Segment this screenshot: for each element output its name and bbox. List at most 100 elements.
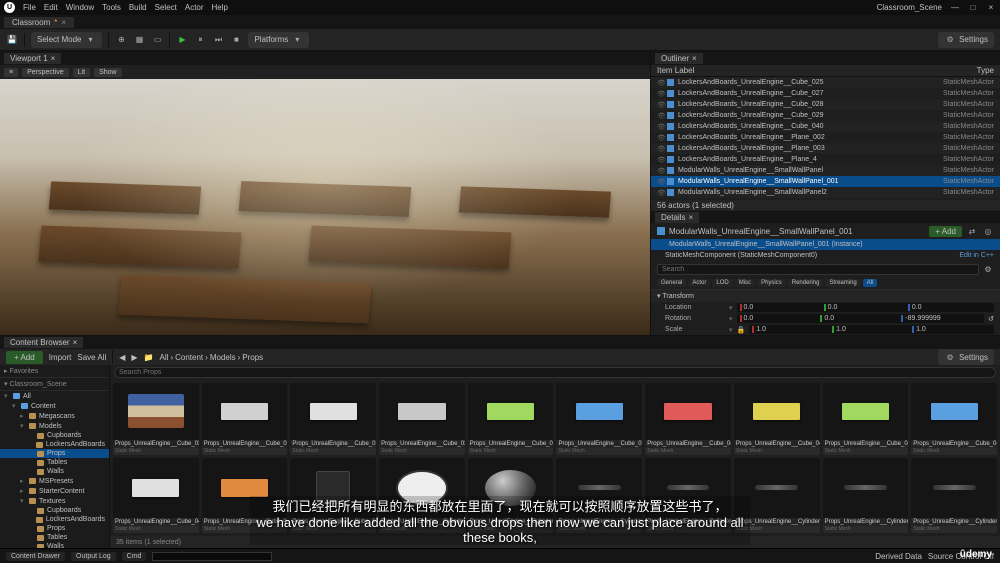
- output-log-button[interactable]: Output Log: [71, 552, 116, 561]
- rot-x[interactable]: 0.0: [740, 315, 820, 322]
- content-browser-tab[interactable]: Content Browser×: [4, 337, 83, 348]
- asset-tile[interactable]: Props_UnrealEngine__Cylinder_004Static M…: [645, 458, 731, 534]
- select-mode-button[interactable]: Select Mode▾: [31, 32, 102, 48]
- play-icon[interactable]: ▶: [176, 34, 188, 46]
- outliner-col-type[interactable]: Type: [977, 66, 994, 75]
- asset-tile[interactable]: Props_UnrealEngine__Cube_033Static Mesh: [113, 383, 199, 455]
- instance-row[interactable]: ModularWalls_UnrealEngine__SmallWallPane…: [669, 241, 863, 248]
- marketplace-icon[interactable]: ▦: [133, 34, 145, 46]
- window-maximize[interactable]: □: [968, 3, 978, 12]
- outliner-row[interactable]: 👁ModularWalls_UnrealEngine__SmallWallPan…: [651, 187, 1000, 198]
- outliner-row[interactable]: 👁LockersAndBoards_UnrealEngine__Cube_028…: [651, 99, 1000, 110]
- asset-tile[interactable]: Props_UnrealEngine__Cube_043Static Mesh: [823, 383, 909, 455]
- outliner-row[interactable]: 👁LockersAndBoards_UnrealEngine__Plane_00…: [651, 132, 1000, 143]
- filter-icon[interactable]: ⚙: [982, 263, 994, 275]
- menu-edit[interactable]: Edit: [44, 3, 58, 12]
- component-row[interactable]: StaticMeshComponent (StaticMeshComponent…: [665, 252, 817, 259]
- cat-streaming[interactable]: Streaming: [825, 279, 860, 287]
- cb-settings-button[interactable]: ⚙Settings: [938, 349, 994, 365]
- tree-props[interactable]: Props: [0, 449, 109, 458]
- outliner-tab[interactable]: Outliner×: [655, 53, 703, 64]
- asset-tile[interactable]: Props_UnrealEngine__Cube_037Static Mesh: [556, 383, 642, 455]
- cat-misc[interactable]: Misc: [735, 279, 755, 287]
- tree-tex-tables[interactable]: Tables: [0, 533, 109, 542]
- tree-content[interactable]: ▾Content: [0, 401, 109, 411]
- add-asset-button[interactable]: + Add: [6, 351, 43, 364]
- history-back-icon[interactable]: ◀: [119, 353, 125, 362]
- close-tab-icon[interactable]: ×: [61, 18, 66, 27]
- asset-tile[interactable]: Props_UnrealEngine__Cube_046Static Mesh: [202, 458, 288, 534]
- asset-tile[interactable]: Props_UnrealEngine__Cube_033Static Mesh: [202, 383, 288, 455]
- perspective-button[interactable]: Perspective: [22, 68, 69, 77]
- tree-models[interactable]: ▾Models: [0, 421, 109, 431]
- asset-tile[interactable]: Props_UnrealEngine__Cube_045Static Mesh: [113, 458, 199, 534]
- asset-tile[interactable]: Props_UnrealEngine__Cylinder_007Static M…: [911, 458, 997, 534]
- favorites-header[interactable]: ▸ Favorites: [0, 365, 109, 378]
- lit-button[interactable]: Lit: [73, 68, 90, 77]
- close-icon[interactable]: ×: [73, 338, 78, 347]
- menu-help[interactable]: Help: [212, 3, 228, 12]
- scl-y[interactable]: 1.0: [832, 326, 911, 333]
- asset-tile[interactable]: Props_UnrealEngine__Cylinder_002Static M…: [468, 458, 554, 534]
- project-header[interactable]: ▾ Classroom_Scene: [0, 378, 109, 391]
- skip-icon[interactable]: ⏭: [212, 34, 224, 46]
- rot-y[interactable]: 0.0: [820, 315, 900, 322]
- save-all-button[interactable]: Save All: [77, 353, 106, 362]
- asset-tile[interactable]: Props_UnrealEngine__Cube_044Static Mesh: [911, 383, 997, 455]
- window-close[interactable]: ×: [986, 3, 996, 12]
- menu-build[interactable]: Build: [129, 3, 147, 12]
- save-icon[interactable]: 💾: [6, 34, 18, 46]
- settings-button[interactable]: ⚙Settings: [938, 32, 994, 48]
- cat-all[interactable]: All: [863, 279, 878, 287]
- cat-general[interactable]: General: [657, 279, 686, 287]
- details-tab[interactable]: Details×: [655, 212, 699, 223]
- asset-tile[interactable]: Props_UnrealEngine__Cube_047Static Mesh: [290, 458, 376, 534]
- browse-icon[interactable]: ⇄: [966, 225, 978, 237]
- asset-tile[interactable]: Props_UnrealEngine__Cylinder_006Static M…: [823, 458, 909, 534]
- transform-header[interactable]: ▾ Transform: [651, 290, 1000, 302]
- tree-tex-cupboards[interactable]: Cupboards: [0, 506, 109, 515]
- viewport-tab[interactable]: Viewport 1×: [4, 53, 61, 64]
- tree-lockers[interactable]: LockersAndBoards: [0, 440, 109, 449]
- asset-tile[interactable]: Props_UnrealEngine__Cube_035Static Mesh: [379, 383, 465, 455]
- outliner-col-label[interactable]: Item Label: [657, 66, 694, 75]
- outliner-row[interactable]: 👁LockersAndBoards_UnrealEngine__Cube_025…: [651, 77, 1000, 88]
- lock-icon[interactable]: 🔒: [737, 326, 746, 334]
- bc-all[interactable]: All: [160, 353, 169, 362]
- tree-tex-lockers[interactable]: LockersAndBoards: [0, 515, 109, 524]
- loc-x[interactable]: 0.0: [740, 304, 823, 311]
- tree-starter[interactable]: ▸StarterContent: [0, 486, 109, 496]
- cat-physics[interactable]: Physics: [757, 279, 786, 287]
- rot-z[interactable]: -89.999999: [901, 315, 981, 322]
- viewport-3d[interactable]: [0, 79, 650, 335]
- cat-rendering[interactable]: Rendering: [788, 279, 824, 287]
- edit-cpp-link[interactable]: Edit in C++: [959, 252, 994, 259]
- tree-cupboards[interactable]: Cupboards: [0, 431, 109, 440]
- asset-tile[interactable]: Props_UnrealEngine__Cylinder_003Static M…: [556, 458, 642, 534]
- cb-tree[interactable]: ▸ Favorites ▾ Classroom_Scene ▾All ▾Cont…: [0, 365, 110, 548]
- window-minimize[interactable]: —: [950, 3, 960, 12]
- cmd-button[interactable]: Cmd: [122, 552, 147, 561]
- outliner-row[interactable]: 👁LockersAndBoards_UnrealEngine__Plane_00…: [651, 143, 1000, 154]
- asset-tile[interactable]: Props_UnrealEngine__Cylinder_001Static M…: [379, 458, 465, 534]
- level-tab[interactable]: Classroom* ×: [4, 17, 74, 28]
- close-icon[interactable]: ×: [692, 54, 697, 63]
- asset-grid[interactable]: Props_UnrealEngine__Cube_033Static MeshP…: [110, 380, 1000, 536]
- outliner-row[interactable]: 👁LockersAndBoards_UnrealEngine__Cube_029…: [651, 110, 1000, 121]
- menu-window[interactable]: Window: [66, 3, 94, 12]
- platforms-button[interactable]: Platforms▾: [248, 32, 309, 48]
- outliner-row[interactable]: 👁ModularWalls_UnrealEngine__SmallWallPan…: [651, 176, 1000, 187]
- show-button[interactable]: Show: [94, 68, 122, 77]
- cat-lod[interactable]: LOD: [712, 279, 732, 287]
- pause-icon[interactable]: ⏸: [194, 34, 206, 46]
- outliner-list[interactable]: 👁LockersAndBoards_UnrealEngine__Cube_025…: [651, 77, 1000, 200]
- close-icon[interactable]: ×: [688, 213, 693, 222]
- outliner-row[interactable]: 👁LockersAndBoards_UnrealEngine__Cube_040…: [651, 121, 1000, 132]
- asset-tile[interactable]: Props_UnrealEngine__Cube_042Static Mesh: [734, 383, 820, 455]
- add-icon[interactable]: ⊕: [115, 34, 127, 46]
- asset-tile[interactable]: Props_UnrealEngine__Cylinder_005Static M…: [734, 458, 820, 534]
- derived-data[interactable]: Derived Data: [875, 552, 922, 561]
- asset-tile[interactable]: Props_UnrealEngine__Cube_036Static Mesh: [468, 383, 554, 455]
- tree-all[interactable]: ▾All: [0, 391, 109, 401]
- menu-select[interactable]: Select: [155, 3, 177, 12]
